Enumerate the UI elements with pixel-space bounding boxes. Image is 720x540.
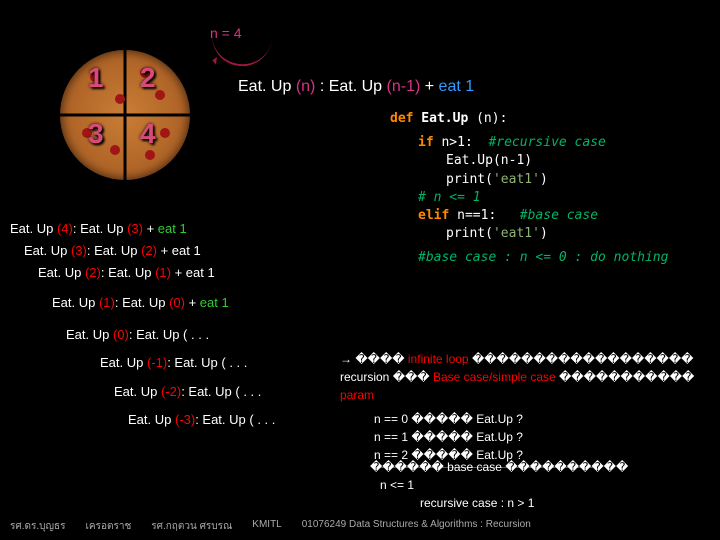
pizza-diagram — [60, 50, 190, 180]
summary-3: recursive case : n > 1 — [420, 494, 628, 512]
trace-1-call: : Eat. Up — [87, 243, 141, 258]
quadrant-2: 2 — [140, 62, 156, 94]
trace-4-n: (0) — [113, 327, 129, 342]
trace-2-fn: Eat. Up — [38, 265, 85, 280]
trace-0-eat: eat 1 — [158, 221, 187, 236]
trace-0-m: (3) — [127, 221, 143, 236]
trace-1-fn: Eat. Up — [24, 243, 71, 258]
trace-4-fn: Eat. Up — [66, 327, 113, 342]
trace-5-n: (-1) — [147, 355, 167, 370]
quadrant-3: 3 — [88, 118, 104, 150]
print1a: print( — [446, 172, 493, 187]
trace-5-tail: : Eat. Up ( . . . — [167, 355, 247, 370]
trace-0-fn: Eat. Up — [10, 221, 57, 236]
summary-1: ������ base case ���������� — [370, 460, 628, 474]
quadrant-4: 4 — [140, 118, 156, 150]
trace-1-n: (3) — [71, 243, 87, 258]
kw-if: if — [418, 135, 434, 150]
quadrant-1: 1 — [88, 62, 104, 94]
formula-call: Eat. Up — [329, 78, 387, 95]
formula-colon: : — [315, 78, 328, 95]
bottom-summary: ������ base case ���������� n <= 1 recur… — [370, 458, 628, 512]
trace-4-tail: : Eat. Up ( . . . — [129, 327, 209, 342]
trace-0-call: : Eat. Up — [73, 221, 127, 236]
trace-cascade: Eat. Up (4): Eat. Up (3) + eat 1 Eat. Up… — [10, 218, 275, 431]
trace-0-n: (4) — [57, 221, 73, 236]
note-2d: param — [340, 388, 374, 402]
print2-lit: 'eat1' — [493, 226, 540, 241]
formula-fn-lead: Eat. Up — [238, 78, 296, 95]
cmt-recursive: #recursive case — [488, 135, 605, 150]
trace-1-m: (2) — [141, 243, 157, 258]
trace-2-m: (1) — [155, 265, 171, 280]
note-1c: ������������������ — [469, 352, 694, 366]
call-recursive: Eat.Up(n-1) — [446, 153, 532, 168]
print1c: ) — [540, 172, 548, 187]
kw-def: def — [390, 111, 413, 126]
print1-lit: 'eat1' — [493, 172, 540, 187]
trace-6-tail: : Eat. Up ( . . . — [181, 384, 261, 399]
trace-2-n: (2) — [85, 265, 101, 280]
trace-7-tail: : Eat. Up ( . . . — [195, 412, 275, 427]
formula-main: Eat. Up (n) : Eat. Up (n-1) + eat 1 — [238, 78, 474, 96]
kw-elif: elif — [418, 208, 449, 223]
print2c: ) — [540, 226, 548, 241]
formula-eat1: eat 1 — [439, 78, 475, 95]
trace-3-plus: + — [185, 295, 200, 310]
trace-3-fn: Eat. Up — [52, 295, 99, 310]
summary-2: n <= 1 — [380, 476, 628, 494]
trace-2-tail: + eat 1 — [171, 265, 215, 280]
footer-author2: เครอตราช — [85, 519, 131, 534]
formula-n: (n) — [296, 78, 316, 95]
trace-6-n: (-2) — [161, 384, 181, 399]
note-n1: n == 1 ����� Eat.Up ? — [374, 428, 720, 446]
fn-name: Eat.Up — [413, 111, 476, 126]
cond-base: n==1: — [449, 208, 519, 223]
formula-nminus: (n-1) — [387, 78, 421, 95]
trace-1-tail: + eat 1 — [157, 243, 201, 258]
trace-6-fn: Eat. Up — [114, 384, 161, 399]
code-block: def Eat.Up (n): if n>1: #recursive case … — [390, 110, 710, 268]
trace-5-fn: Eat. Up — [100, 355, 147, 370]
footer-course: 01076249 Data Structures & Algorithms : … — [302, 519, 531, 534]
trace-3-call: : Eat. Up — [115, 295, 169, 310]
print2a: print( — [446, 226, 493, 241]
trace-2-call: : Eat. Up — [101, 265, 155, 280]
note-2c: ����������� — [556, 370, 695, 384]
footer: รศ.ดร.บุญธร เครอตราช รศ.กฤตวน ศรบรณ KMIT… — [0, 519, 720, 534]
trace-7-n: (-3) — [175, 412, 195, 427]
note-n0: n == 0 ����� Eat.Up ? — [374, 410, 720, 428]
cmt-nle1: # n <= 1 — [418, 190, 481, 205]
fn-args: (n): — [476, 111, 507, 126]
trace-3-eat: eat 1 — [200, 295, 229, 310]
trace-3-m: (0) — [169, 295, 185, 310]
trace-0-plus: + — [143, 221, 158, 236]
note-2b: Base case/simple case — [433, 370, 556, 384]
footer-author3: รศ.กฤตวน ศรบรณ — [151, 519, 232, 534]
arrow-swoosh — [208, 32, 272, 70]
cmt-donothing: #base case : n <= 0 : do nothing — [418, 250, 668, 265]
cmt-base: #base case — [520, 208, 598, 223]
note-1b: infinite loop — [408, 352, 469, 366]
note-1a: → ���� — [340, 352, 408, 366]
footer-author1: รศ.ดร.บุญธร — [10, 519, 65, 534]
formula-plus: + — [420, 78, 438, 95]
note-2a: recursion ��� — [340, 370, 433, 384]
footer-inst: KMITL — [252, 519, 281, 534]
cond-recursive: n>1: — [434, 135, 489, 150]
trace-7-fn: Eat. Up — [128, 412, 175, 427]
trace-3-n: (1) — [99, 295, 115, 310]
right-notes: → ���� infinite loop ������������������ … — [340, 350, 720, 468]
